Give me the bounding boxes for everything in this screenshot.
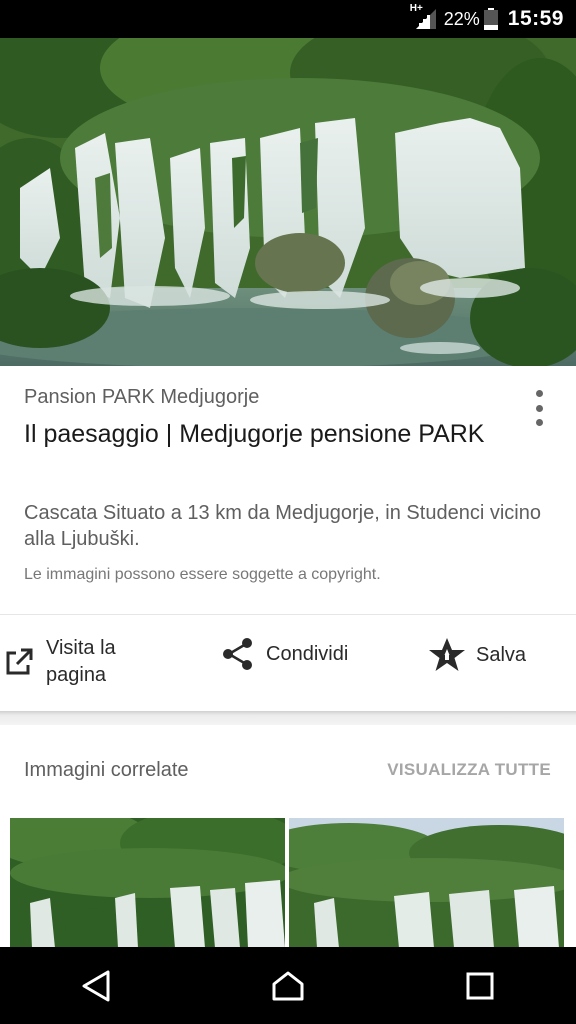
more-options-icon[interactable]	[530, 390, 548, 426]
clock: 15:59	[507, 7, 564, 30]
result-source[interactable]: Pansion PARK Medjugorje	[24, 386, 259, 409]
battery-percent: 22%	[443, 8, 480, 29]
related-image-2[interactable]	[289, 818, 564, 948]
screen: H+ 22% 15:59 Pansion PARK Medjugorje Il …	[0, 0, 576, 1024]
back-icon[interactable]	[66, 956, 126, 1016]
save-star-icon	[428, 637, 466, 673]
share-label: Condividi	[266, 642, 349, 665]
navigation-bar	[0, 947, 576, 1024]
view-all-link[interactable]: VISUALIZZA TUTTE	[387, 760, 551, 780]
network-type: H+	[409, 3, 423, 14]
visit-page-button[interactable]: Visita la pagina	[4, 635, 116, 689]
related-images-section: Immagini correlate VISUALIZZA TUTTE	[0, 725, 576, 948]
recent-apps-icon[interactable]	[450, 956, 510, 1016]
related-image-1[interactable]	[10, 818, 285, 948]
share-icon	[220, 637, 254, 671]
open-external-icon	[4, 647, 34, 677]
visit-label-line1: Visita la	[46, 637, 116, 659]
action-row: Visita la pagina Condividi Salva	[0, 615, 576, 711]
share-button[interactable]: Condividi	[220, 637, 348, 671]
signal-icon: H+	[410, 3, 436, 29]
result-info: Pansion PARK Medjugorje Il paesaggio | M…	[0, 366, 576, 614]
copyright-note: Le immagini possono essere soggette a co…	[24, 566, 381, 583]
battery-icon	[483, 8, 498, 30]
result-description: Cascata Situato a 13 km da Medjugorje, i…	[24, 502, 541, 550]
visit-label-line2: pagina	[46, 664, 107, 686]
save-label: Salva	[476, 643, 527, 666]
result-title[interactable]: Il paesaggio | Medjugorje pensione PARK	[24, 418, 494, 450]
home-icon[interactable]	[258, 956, 318, 1016]
section-separator	[0, 711, 576, 725]
related-images-title: Immagini correlate	[24, 759, 189, 781]
hero-image[interactable]	[0, 38, 576, 366]
save-button[interactable]: Salva	[428, 637, 526, 673]
status-bar: H+ 22% 15:59	[0, 0, 576, 38]
